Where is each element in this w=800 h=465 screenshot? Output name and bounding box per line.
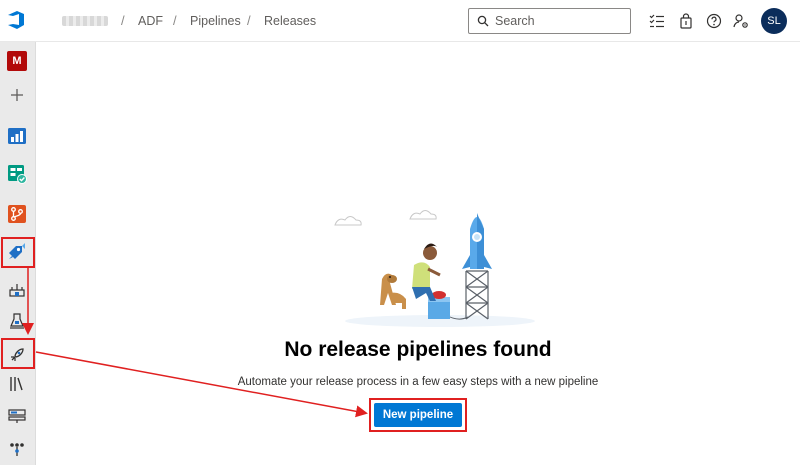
user-settings-icon[interactable] xyxy=(732,12,750,30)
top-bar: / ADF / Pipelines / Releases Search SL xyxy=(0,0,800,42)
empty-state-description: Automate your release process in a few e… xyxy=(237,376,599,388)
annotation-highlight-new-pipeline: New pipeline xyxy=(369,398,467,432)
environments-icon[interactable] xyxy=(6,278,28,300)
breadcrumb-separator: / xyxy=(173,13,177,28)
breadcrumb-pipelines[interactable]: Pipelines xyxy=(190,14,241,28)
breadcrumb-project[interactable]: ADF xyxy=(138,14,163,28)
organization-name-redacted[interactable] xyxy=(62,16,108,26)
breadcrumb-separator: / xyxy=(247,13,251,28)
search-icon xyxy=(477,15,489,27)
main-content: No release pipelines found Automate your… xyxy=(36,42,800,465)
annotation-highlight-releases xyxy=(1,338,35,369)
user-avatar[interactable]: SL xyxy=(761,8,787,34)
help-icon[interactable] xyxy=(705,12,723,30)
checklist-icon[interactable] xyxy=(648,12,666,30)
annotation-highlight-pipelines xyxy=(1,237,35,268)
empty-state-illustration xyxy=(334,210,535,327)
boards-icon[interactable] xyxy=(6,163,28,185)
deployment-groups-icon[interactable] xyxy=(6,438,28,460)
library-icon[interactable] xyxy=(6,373,28,395)
search-placeholder: Search xyxy=(495,14,535,28)
repos-icon[interactable] xyxy=(6,203,28,225)
task-groups-icon[interactable] xyxy=(6,405,28,427)
new-pipeline-button[interactable]: New pipeline xyxy=(374,403,462,427)
breadcrumb-releases[interactable]: Releases xyxy=(264,14,316,28)
add-icon[interactable] xyxy=(6,84,28,106)
empty-state-heading: No release pipelines found xyxy=(284,338,552,361)
azure-devops-logo-icon[interactable] xyxy=(6,10,26,30)
shopping-bag-icon[interactable] xyxy=(677,12,695,30)
builds-icon[interactable] xyxy=(6,310,28,332)
breadcrumb-separator: / xyxy=(121,13,125,28)
search-input[interactable]: Search xyxy=(468,8,631,34)
organization-tile[interactable]: M xyxy=(7,51,27,71)
overview-icon[interactable] xyxy=(6,125,28,147)
